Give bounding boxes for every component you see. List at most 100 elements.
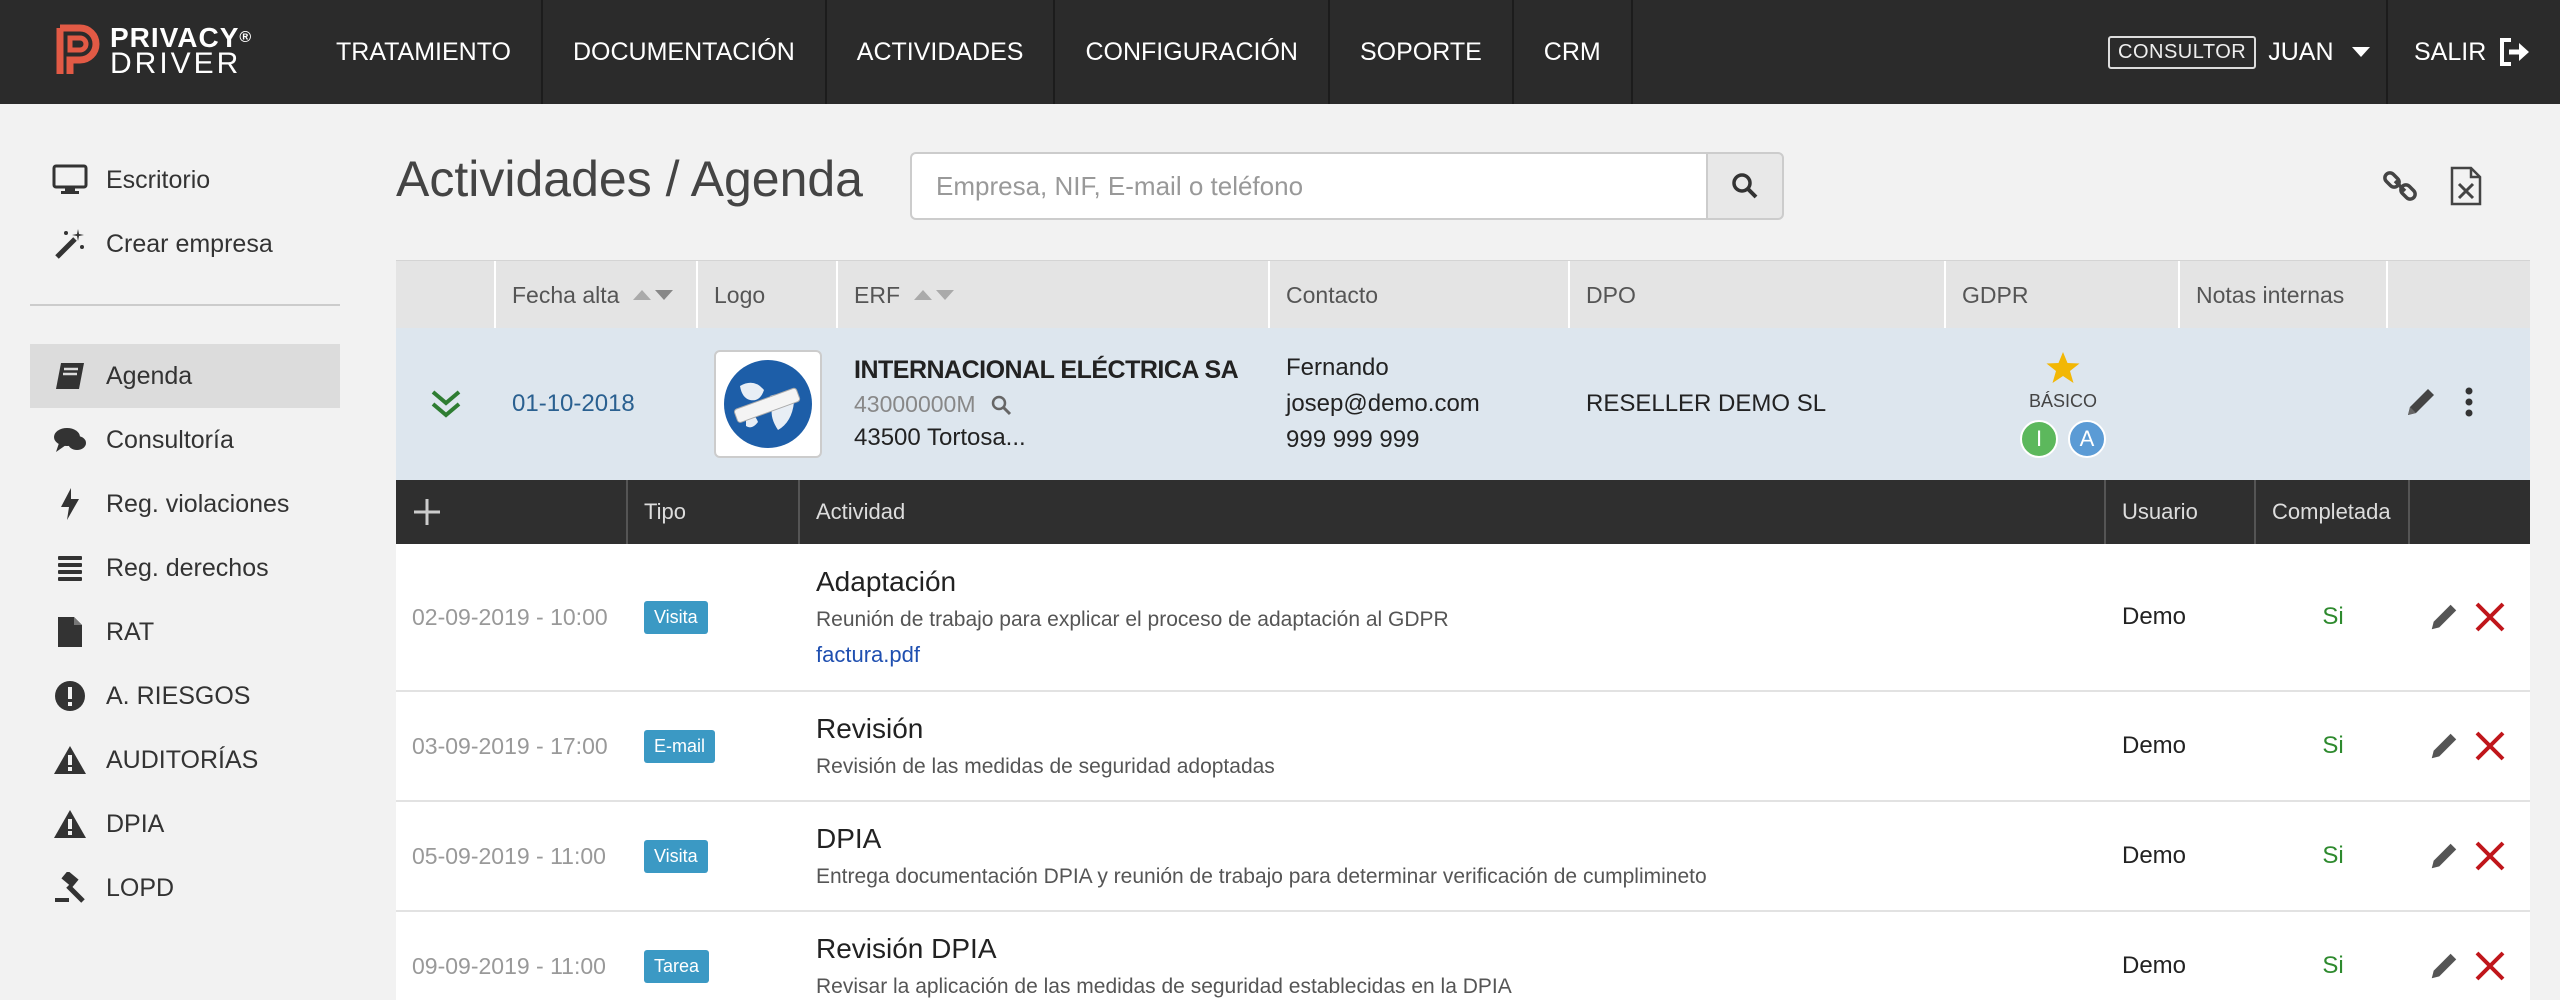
sidebar-item-escritorio[interactable]: Escritorio — [30, 148, 340, 212]
activity-date-cell: 03-09-2019 - 17:00 — [396, 692, 628, 800]
activity-completed-cell: Si — [2256, 544, 2410, 690]
sidebar-item-lopd[interactable]: LOPD — [30, 856, 340, 920]
logout-button[interactable]: SALIR — [2414, 0, 2532, 104]
column-label: Logo — [714, 281, 766, 308]
column-label: ERF — [854, 281, 900, 308]
column-notas-internas: Notas internas — [2180, 261, 2388, 329]
activity-date-cell: 05-09-2019 - 11:00 — [396, 802, 628, 910]
activity-title: DPIA — [816, 823, 882, 854]
sidebar-item-auditorias[interactable]: AUDITORÍAS — [30, 728, 340, 792]
activity-title: Adaptación — [816, 566, 957, 597]
nav-soporte[interactable]: SOPORTE — [1330, 0, 1514, 104]
more-options-button[interactable] — [2464, 387, 2474, 422]
brand-logo[interactable]: PRIVACY® DRIVER — [54, 22, 252, 80]
company-row[interactable]: 01-10-2018 INTERNACIONAL ELÉCTRICA SA 43… — [396, 328, 2530, 480]
search-icon[interactable] — [990, 394, 1012, 416]
edit-company-button[interactable] — [2404, 385, 2438, 424]
activity-description: Revisar la aplicación de las medidas de … — [816, 975, 1512, 998]
sidebar-item-label: RAT — [106, 617, 155, 646]
close-icon — [2475, 731, 2505, 761]
search-bar — [910, 152, 1784, 220]
activity-actions — [2410, 912, 2530, 1000]
activity-row[interactable]: 03-09-2019 - 17:00 E-mail Revisión Revis… — [396, 692, 2530, 802]
activity-row[interactable]: 09-09-2019 - 11:00 Tarea Revisión DPIA R… — [396, 912, 2530, 1000]
activity-user: Demo — [2122, 603, 2187, 630]
activity-user-cell: Demo — [2106, 692, 2256, 800]
contact-name: Fernando — [1286, 354, 1389, 381]
sidebar-item-agenda[interactable]: Agenda — [30, 344, 340, 408]
edit-activity-button[interactable] — [2428, 950, 2460, 982]
pencil-icon — [2431, 843, 2457, 869]
badge-i: I — [2020, 419, 2058, 458]
pencil-icon — [2408, 388, 2434, 415]
company-name[interactable]: INTERNACIONAL ELÉCTRICA SA — [854, 356, 1270, 385]
activity-details-cell: Revisión DPIA Revisar la aplicación de l… — [800, 912, 2106, 1000]
nav-configuracion[interactable]: CONFIGURACIÓN — [1055, 0, 1330, 104]
sidebar-item-crear-empresa[interactable]: Crear empresa — [30, 212, 340, 276]
column-contacto: Contacto — [1270, 261, 1570, 329]
company-logo — [714, 350, 822, 458]
delete-activity-button[interactable] — [2474, 601, 2506, 633]
delete-activity-button[interactable] — [2474, 840, 2506, 872]
top-navbar: PRIVACY® DRIVER TRATAMIENTO DOCUMENTACIÓ… — [0, 0, 2560, 104]
nav-crm[interactable]: CRM — [1514, 0, 1633, 104]
column-fecha-alta[interactable]: Fecha alta — [496, 261, 698, 329]
edit-activity-button[interactable] — [2428, 840, 2460, 872]
edit-activity-button[interactable] — [2428, 730, 2460, 762]
edit-activity-button[interactable] — [2428, 601, 2460, 633]
nav-tratamiento[interactable]: TRATAMIENTO — [306, 0, 543, 104]
actions-column — [2410, 480, 2530, 544]
sidebar-item-dpia[interactable]: DPIA — [30, 792, 340, 856]
column-erf[interactable]: ERF — [838, 261, 1270, 329]
sort-icon[interactable] — [914, 290, 954, 300]
activity-row[interactable]: 05-09-2019 - 11:00 Visita DPIA Entrega d… — [396, 802, 2530, 912]
sidebar-item-rat[interactable]: RAT — [30, 600, 340, 664]
sidebar-item-label: A. RIESGOS — [106, 681, 251, 710]
role-badge: CONSULTOR — [2108, 35, 2257, 69]
sidebar-item-consultoria[interactable]: Consultoría — [30, 408, 340, 472]
companies-table-header: Fecha alta Logo ERF Contacto DPO GDPR No… — [396, 260, 2530, 329]
add-icon[interactable] — [412, 497, 442, 527]
activity-description: Reunión de trabajo para explicar el proc… — [816, 608, 1449, 631]
chevron-down-icon — [2351, 47, 2370, 57]
activity-completed: Si — [2322, 732, 2344, 759]
column-label: Actividad — [816, 499, 906, 524]
list-icon — [52, 550, 88, 586]
activity-type-cell: Visita — [628, 544, 800, 690]
dpo-cell: RESELLER DEMO SL — [1570, 328, 1946, 480]
sidebar-item-label: AUDITORÍAS — [106, 745, 259, 774]
activity-type-cell: E-mail — [628, 692, 800, 800]
expand-column — [396, 261, 496, 329]
contact-email[interactable]: josep@demo.com — [1286, 386, 1570, 422]
nav-actividades[interactable]: ACTIVIDADES — [827, 0, 1056, 104]
main-menu: TRATAMIENTO DOCUMENTACIÓN ACTIVIDADES CO… — [306, 0, 1633, 104]
pencil-icon — [2431, 953, 2457, 979]
link-icon[interactable] — [2378, 164, 2422, 208]
column-label: GDPR — [1962, 281, 2029, 308]
delete-activity-button[interactable] — [2474, 950, 2506, 982]
attachment-link[interactable]: factura.pdf — [816, 642, 2106, 668]
excel-export-icon[interactable] — [2444, 164, 2488, 208]
contact-phone: 999 999 999 — [1286, 426, 1420, 453]
sidebar-item-reg-violaciones[interactable]: Reg. violaciones — [30, 472, 340, 536]
activity-completed-cell: Si — [2256, 912, 2410, 1000]
logout-icon — [2500, 38, 2530, 66]
delete-activity-button[interactable] — [2474, 730, 2506, 762]
user-menu[interactable]: CONSULTOR JUAN — [2108, 0, 2370, 104]
page-title: Actividades / Agenda — [396, 151, 863, 207]
activity-row[interactable]: 02-09-2019 - 10:00 Visita Adaptación Reu… — [396, 544, 2530, 692]
search-button[interactable] — [1706, 152, 1784, 220]
expand-toggle[interactable] — [396, 328, 496, 480]
pencil-icon — [2431, 604, 2457, 630]
sidebar-item-label: Agenda — [106, 361, 193, 390]
nav-documentacion[interactable]: DOCUMENTACIÓN — [543, 0, 827, 104]
sidebar-item-a-riesgos[interactable]: A. RIESGOS — [30, 664, 340, 728]
company-date-link[interactable]: 01-10-2018 — [512, 390, 698, 418]
sort-icon[interactable] — [633, 290, 674, 300]
sidebar-item-reg-derechos[interactable]: Reg. derechos — [30, 536, 340, 600]
registered-mark: ® — [239, 29, 253, 46]
column-label: Completada — [2272, 499, 2391, 524]
company-info-cell: INTERNACIONAL ELÉCTRICA SA 43000000M 435… — [838, 328, 1270, 480]
search-input[interactable] — [910, 152, 1706, 220]
search-icon — [1732, 173, 1758, 199]
